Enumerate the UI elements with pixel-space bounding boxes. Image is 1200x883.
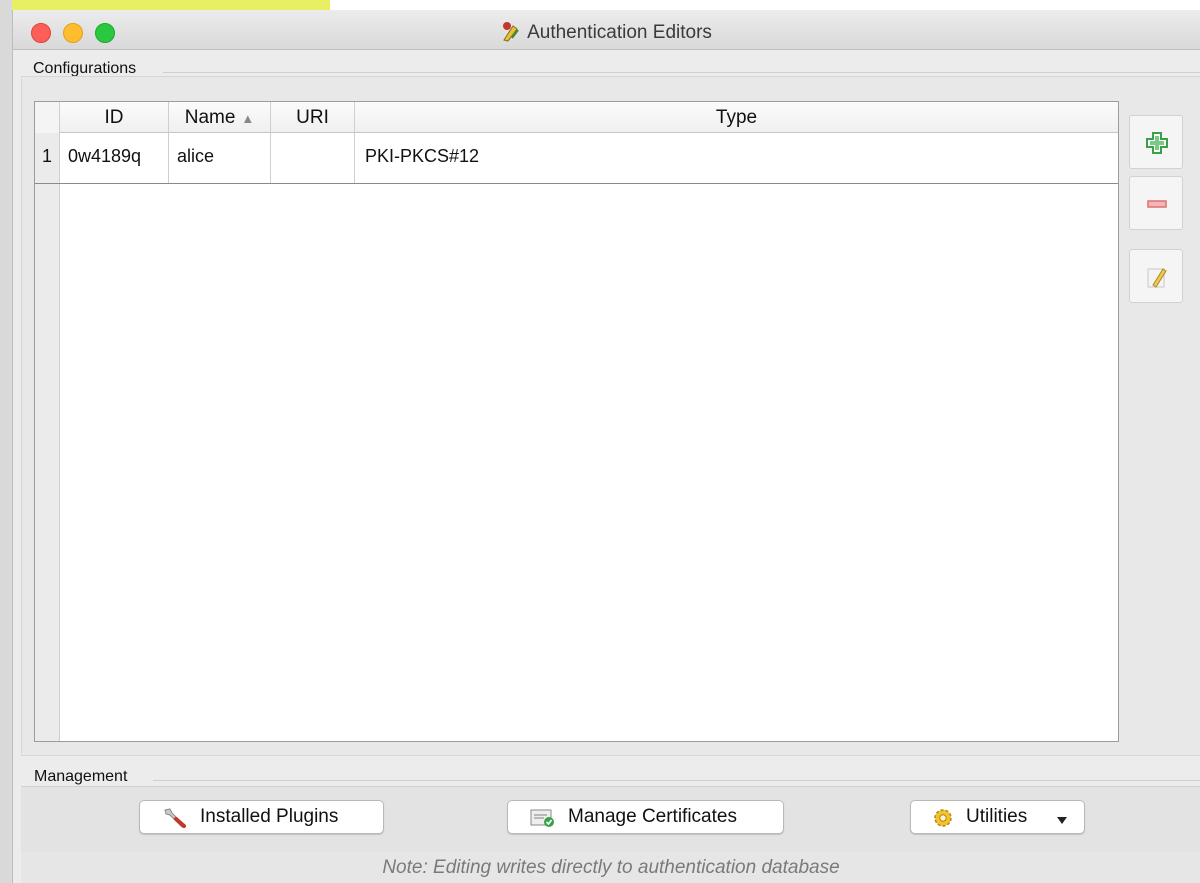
gear-icon	[934, 809, 952, 827]
wrench-icon	[164, 808, 186, 828]
span: Name	[184, 107, 236, 128]
lbl: Installed Plugins	[200, 806, 339, 827]
configurations-divider	[163, 72, 1200, 73]
management-divider	[153, 780, 1200, 781]
status-note-bar: Note: Editing writes directly to authent…	[21, 852, 1200, 883]
cell-type[interactable]: PKI-PKCS#12	[355, 133, 1118, 183]
window-title: Authentication Editors	[527, 22, 712, 43]
lbl: Utilities	[966, 806, 1028, 827]
auth-app-icon	[503, 22, 519, 42]
management-group-label: Management	[34, 768, 128, 785]
row-number: 1	[35, 133, 60, 183]
column-header-name[interactable]: Name ▲	[169, 102, 271, 133]
title-wrap: Authentication Editors	[13, 20, 1200, 44]
header-corner[interactable]	[35, 102, 60, 133]
plus-icon	[1146, 132, 1168, 154]
column-header-uri[interactable]: URI	[271, 102, 355, 133]
column-header-id[interactable]: ID	[60, 102, 169, 133]
sort-ascending-icon: ▲	[241, 111, 255, 126]
remove-config-button[interactable]	[1129, 176, 1183, 230]
span: Type	[715, 107, 758, 128]
span: ID	[104, 107, 124, 128]
edit-config-button[interactable]	[1129, 249, 1183, 303]
title-bar[interactable]: Authentication Editors	[13, 10, 1200, 50]
lbl: Manage Certificates	[568, 806, 737, 827]
table-header: ID Name ▲ URI Type	[35, 102, 1118, 133]
span: URI	[296, 107, 329, 128]
background-window-strip	[0, 0, 330, 10]
table-row[interactable]: 1 0w4189q alice PKI-PKCS#12	[35, 133, 1118, 184]
installed-plugins-button[interactable]: Installed Plugins	[139, 800, 384, 834]
minus-icon	[1147, 200, 1167, 208]
manage-certificates-button[interactable]: Manage Certificates	[507, 800, 784, 834]
row-number-gutter	[35, 102, 60, 741]
cell-id[interactable]: 0w4189q	[60, 133, 169, 183]
note-text: Note: Editing writes directly to authent…	[382, 857, 840, 878]
configurations-table[interactable]: ID Name ▲ URI Type 1 0w4189q alice PKI-PK…	[34, 101, 1119, 742]
utilities-dropdown-button[interactable]: Utilities	[910, 800, 1085, 834]
dropdown-arrow-icon	[1057, 817, 1067, 824]
add-config-button[interactable]	[1129, 115, 1183, 169]
background-window-edge	[0, 0, 12, 883]
pencil-icon	[1147, 268, 1167, 288]
column-header-type[interactable]: Type	[355, 102, 1118, 133]
cell-name[interactable]: alice	[169, 133, 271, 183]
auth-editors-window: Authentication Editors Configurations ID…	[12, 10, 1200, 883]
cell-uri[interactable]	[271, 133, 355, 183]
certificate-icon	[530, 809, 554, 827]
